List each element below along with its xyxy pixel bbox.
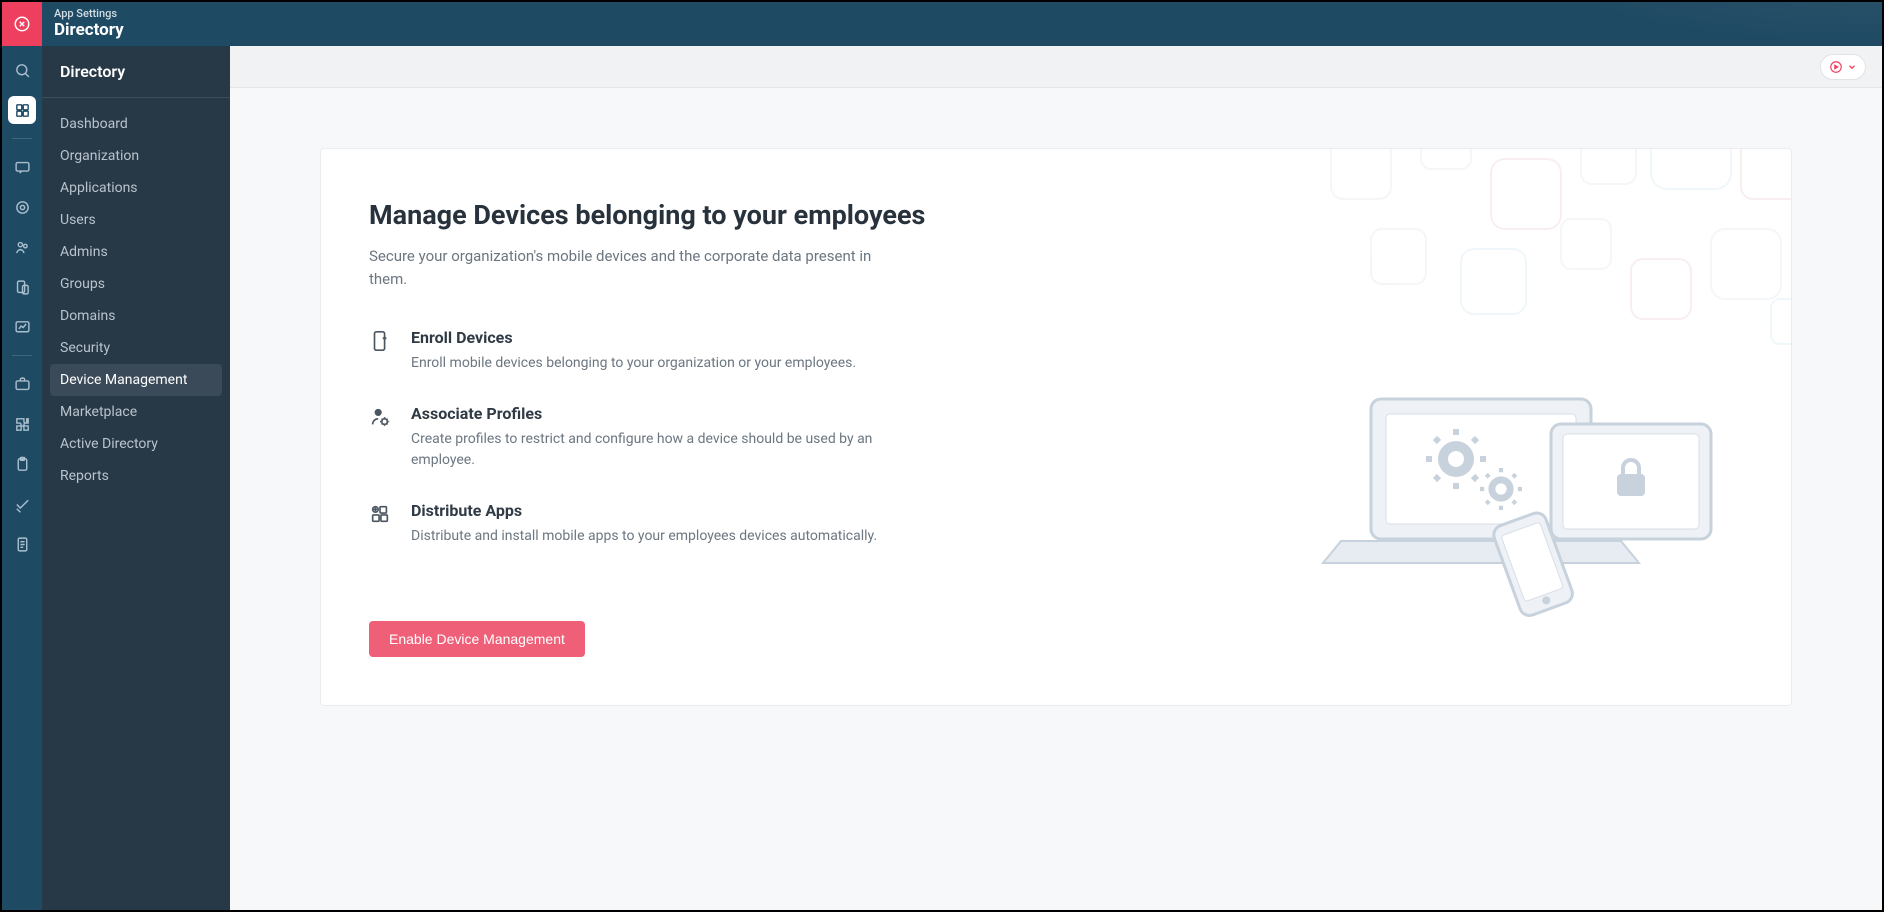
puzzle-icon — [14, 416, 31, 433]
rail-device[interactable] — [8, 273, 36, 301]
feature-row: Enroll Devices Enroll mobile devices belo… — [369, 328, 929, 374]
briefcase-icon — [14, 376, 31, 393]
rail-briefcase[interactable] — [8, 370, 36, 398]
secnav-item-admins[interactable]: Admins — [42, 236, 230, 268]
secnav-item-applications[interactable]: Applications — [42, 172, 230, 204]
secnav-item-dashboard[interactable]: Dashboard — [42, 108, 230, 140]
rail-search[interactable] — [8, 56, 36, 84]
secnav-item-label: Marketplace — [60, 404, 137, 420]
secnav-item-label: Dashboard — [60, 116, 128, 132]
enable-device-management-button[interactable]: Enable Device Management — [369, 621, 585, 657]
top-header: App Settings Directory — [2, 2, 1882, 46]
feature-row: Distribute Apps Distribute and install mo… — [369, 501, 929, 547]
doc-icon — [14, 536, 31, 553]
content-toolbar — [230, 46, 1882, 88]
close-button[interactable] — [2, 2, 42, 46]
chat-icon — [14, 159, 31, 176]
secnav-item-marketplace[interactable]: Marketplace — [42, 396, 230, 428]
secnav-item-organization[interactable]: Organization — [42, 140, 230, 172]
phone-plus-icon — [369, 330, 391, 352]
secnav-item-label: Domains — [60, 308, 115, 324]
secnav-item-label: Security — [60, 340, 110, 356]
close-icon — [13, 15, 31, 33]
secnav-item-label: Organization — [60, 148, 139, 164]
content-area: Manage Devices belonging to your employe… — [230, 46, 1882, 910]
secnav-item-label: Active Directory — [60, 436, 158, 452]
chart-icon — [14, 319, 31, 336]
page-title: Manage Devices belonging to your employe… — [369, 199, 1743, 231]
chevron-down-icon — [1847, 62, 1857, 72]
secnav-item-device-management[interactable]: Device Management — [50, 364, 222, 396]
secnav-title: Directory — [42, 62, 230, 98]
secnav-item-label: Applications — [60, 180, 138, 196]
feature-desc: Create profiles to restrict and configur… — [411, 429, 929, 471]
device-icon — [14, 279, 31, 296]
rail-chat[interactable] — [8, 153, 36, 181]
rail-chart[interactable] — [8, 313, 36, 341]
search-icon — [14, 62, 31, 79]
secnav-item-domains[interactable]: Domains — [42, 300, 230, 332]
secnav-item-groups[interactable]: Groups — [42, 268, 230, 300]
secnav-item-label: Reports — [60, 468, 109, 484]
device-management-card: Manage Devices belonging to your employe… — [320, 148, 1792, 706]
check-icon — [14, 496, 31, 513]
rail-check[interactable] — [8, 490, 36, 518]
feature-desc: Distribute and install mobile apps to yo… — [411, 526, 877, 547]
profile-gear-icon — [369, 406, 391, 428]
rail-puzzle[interactable] — [8, 410, 36, 438]
play-circle-icon — [1829, 60, 1843, 74]
feature-row: Associate Profiles Create profiles to res… — [369, 404, 929, 471]
rail-clipboard[interactable] — [8, 450, 36, 478]
feature-title: Associate Profiles — [411, 404, 929, 423]
secnav-item-security[interactable]: Security — [42, 332, 230, 364]
header-title: Directory — [54, 21, 124, 41]
apps-icon — [14, 102, 31, 119]
secondary-nav: Directory Dashboard Organization Applicati… — [42, 46, 230, 910]
rail-apps[interactable] — [8, 96, 36, 124]
secnav-item-label: Admins — [60, 244, 108, 260]
apps-plus-icon — [369, 503, 391, 525]
clipboard-icon — [14, 456, 31, 473]
help-dropdown[interactable] — [1820, 54, 1866, 80]
rail-team[interactable] — [8, 233, 36, 261]
secnav-item-active-directory[interactable]: Active Directory — [42, 428, 230, 460]
icon-rail — [2, 46, 42, 910]
rail-doc[interactable] — [8, 530, 36, 558]
page-subtitle: Secure your organization's mobile device… — [369, 245, 889, 290]
feature-desc: Enroll mobile devices belonging to your … — [411, 353, 856, 374]
secnav-item-users[interactable]: Users — [42, 204, 230, 236]
secnav-item-label: Users — [60, 212, 96, 228]
secnav-item-reports[interactable]: Reports — [42, 460, 230, 492]
rail-location[interactable] — [8, 193, 36, 221]
secnav-item-label: Device Management — [60, 372, 187, 388]
location-icon — [14, 199, 31, 216]
header-subtitle: App Settings — [54, 8, 124, 21]
team-icon — [14, 239, 31, 256]
secnav-item-label: Groups — [60, 276, 105, 292]
feature-title: Distribute Apps — [411, 501, 877, 520]
feature-title: Enroll Devices — [411, 328, 856, 347]
